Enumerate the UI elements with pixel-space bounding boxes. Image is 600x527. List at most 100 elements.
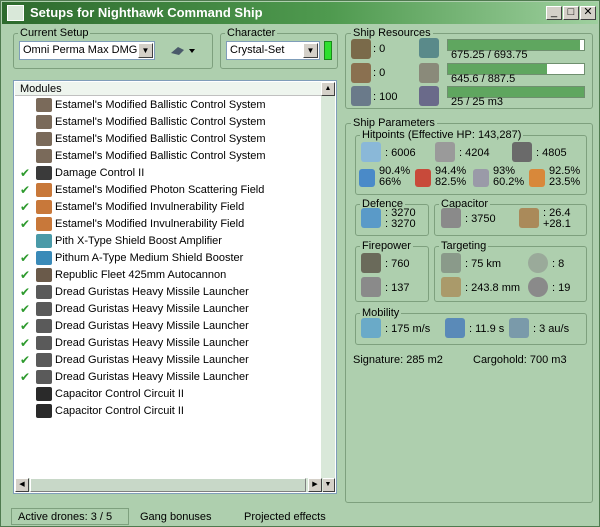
module-label: Estamel's Modified Ballistic Control Sys… — [55, 150, 266, 162]
dps-icon — [361, 253, 381, 273]
module-row[interactable]: ✔ Dread Guristas Heavy Missile Launcher — [14, 352, 322, 369]
module-row[interactable]: Capacitor Control Circuit II — [14, 386, 322, 403]
rig-icon — [36, 387, 52, 401]
module-label: Estamel's Modified Photon Scattering Fie… — [55, 184, 265, 196]
em-resist-b: 66% — [379, 176, 402, 188]
character-select[interactable]: Crystal-Set ▼ — [226, 41, 320, 60]
dps-value: : 760 — [385, 258, 410, 270]
align-time-icon — [445, 318, 465, 338]
ballistic-control-icon — [36, 98, 52, 112]
align-time: : 11.9 s — [469, 323, 505, 335]
active-drones-tab[interactable]: Active drones: 3 / 5 — [11, 508, 129, 525]
turret-hardpoints: : 0 — [373, 43, 386, 55]
module-label: Estamel's Modified Ballistic Control Sys… — [55, 116, 266, 128]
damage-control-icon — [36, 166, 52, 180]
scroll-right-button[interactable]: ▶ — [308, 478, 322, 492]
module-row[interactable]: Estamel's Modified Ballistic Control Sys… — [14, 114, 322, 131]
checkmark-icon: ✔ — [20, 251, 31, 265]
module-row[interactable]: ✔ Pithum A-Type Medium Shield Booster — [14, 250, 322, 267]
checkmark-icon: ✔ — [20, 268, 31, 282]
module-label: Dread Guristas Heavy Missile Launcher — [55, 337, 249, 349]
chevron-down-icon[interactable]: ▼ — [303, 43, 318, 58]
module-row[interactable]: ✔ Estamel's Modified Photon Scattering Fi… — [14, 182, 322, 199]
em-resists: 90.4% 66% — [379, 166, 410, 188]
horizontal-scrollbar[interactable]: ◀ ▶ — [15, 478, 323, 492]
setup-select[interactable]: Omni Perma Max DMG ▼ — [19, 41, 155, 60]
setup-menu-button[interactable] — [169, 43, 197, 59]
module-label: Republic Fleet 425mm Autocannon — [55, 269, 227, 281]
maximize-button[interactable]: □ — [563, 6, 579, 20]
defence-values: : 3270: 3270 — [385, 208, 416, 230]
rig-icon — [36, 404, 52, 418]
module-label: Estamel's Modified Ballistic Control Sys… — [55, 99, 266, 111]
hardener-icon — [36, 217, 52, 231]
defence-bottom: : 3270 — [385, 218, 416, 230]
module-row[interactable]: ✔ Dread Guristas Heavy Missile Launcher — [14, 369, 322, 386]
scan-resolution-icon — [441, 277, 461, 297]
minimize-button[interactable]: _ — [546, 6, 562, 20]
close-button[interactable]: ✕ — [580, 6, 596, 20]
window-title: Setups for Nighthawk Command Ship — [30, 5, 263, 20]
module-row[interactable]: ✔ Dread Guristas Heavy Missile Launcher — [14, 318, 322, 335]
max-targets: : 8 — [552, 258, 565, 270]
modules-header: Modules — [15, 82, 323, 96]
cargohold: Cargohold: 700 m3 — [473, 354, 567, 366]
kinetic-resists: 93% 60.2% — [493, 166, 524, 188]
max-speed: : 175 m/s — [385, 323, 431, 335]
capacitor-recharge-icon — [519, 208, 539, 228]
max-targets-icon — [528, 253, 548, 273]
module-row[interactable]: ✔ Republic Fleet 425mm Autocannon — [14, 267, 322, 284]
checkmark-icon: ✔ — [20, 319, 31, 333]
horizontal-scroll-thumb[interactable] — [30, 478, 306, 492]
current-setup-label: Current Setup — [18, 27, 91, 39]
modules-list[interactable]: Modules Estamel's Modified Ballistic Con… — [13, 80, 337, 494]
missile-launcher-icon — [36, 336, 52, 350]
hitpoints-label: Hitpoints (Effective HP: 143,287) — [360, 129, 524, 141]
sensor-strength: : 19 — [552, 282, 571, 294]
drone-bay-value: 25 / 25 m3 — [451, 96, 503, 108]
module-row[interactable]: ✔ Estamel's Modified Invulnerability Fiel… — [14, 216, 322, 233]
module-label: Dread Guristas Heavy Missile Launcher — [55, 320, 249, 332]
thermal-resists: 94.4% 82.5% — [435, 166, 466, 188]
character-status-indicator — [324, 41, 332, 60]
checkmark-icon: ✔ — [20, 200, 31, 214]
explosive-resists: 92.5% 23.5% — [549, 166, 580, 188]
capacitor-amount: : 3750 — [465, 213, 496, 225]
module-row[interactable]: ✔ Dread Guristas Heavy Missile Launcher — [14, 335, 322, 352]
shield-hp: : 6006 — [385, 147, 416, 159]
module-row[interactable]: ✔ Dread Guristas Heavy Missile Launcher — [14, 301, 322, 318]
scroll-left-button[interactable]: ◀ — [15, 478, 29, 492]
drone-bay-icon — [419, 86, 439, 106]
gang-bonuses-tab[interactable]: Gang bonuses — [133, 508, 229, 525]
scroll-up-button[interactable]: ▲ — [321, 82, 335, 96]
structure-icon — [512, 142, 532, 162]
checkmark-icon: ✔ — [20, 353, 31, 367]
kinetic-resist-b: 60.2% — [493, 176, 525, 188]
module-row[interactable]: Estamel's Modified Ballistic Control Sys… — [14, 131, 322, 148]
module-row[interactable]: Capacitor Control Circuit II — [14, 403, 322, 420]
signature-radius: Signature: 285 m2 — [353, 354, 443, 366]
scroll-down-button[interactable]: ▼ — [321, 478, 335, 492]
module-row[interactable]: Estamel's Modified Ballistic Control Sys… — [14, 97, 322, 114]
vertical-scrollbar[interactable]: ▲ ▼ — [321, 82, 335, 492]
module-row[interactable]: Estamel's Modified Ballistic Control Sys… — [14, 148, 322, 165]
module-row[interactable]: ✔ Dread Guristas Heavy Missile Launcher — [14, 284, 322, 301]
checkmark-icon: ✔ — [20, 370, 31, 384]
defence-icon — [361, 208, 381, 228]
capacitor-icon — [441, 208, 461, 228]
title-bar[interactable]: Setups for Nighthawk Command Ship _ □ ✕ — [2, 2, 598, 24]
missile-launcher-icon — [36, 353, 52, 367]
module-row[interactable]: ✔ Damage Control II — [14, 165, 322, 182]
kinetic-resist-icon — [473, 169, 489, 187]
chevron-down-icon[interactable]: ▼ — [138, 43, 153, 58]
module-row[interactable]: ✔ Estamel's Modified Invulnerability Fiel… — [14, 199, 322, 216]
module-row[interactable]: Pith X-Type Shield Boost Amplifier — [14, 233, 322, 250]
sensor-strength-icon — [528, 277, 548, 297]
autocannon-icon — [36, 268, 52, 282]
volley-value: : 137 — [385, 282, 410, 294]
cpu-value: 675.25 / 693.75 — [451, 49, 528, 61]
armor-icon — [435, 142, 455, 162]
projected-effects-tab[interactable]: Projected effects — [237, 508, 347, 525]
capacitor-rate-bottom: +28.1 — [543, 218, 571, 230]
structure-hp: : 4805 — [536, 147, 567, 159]
